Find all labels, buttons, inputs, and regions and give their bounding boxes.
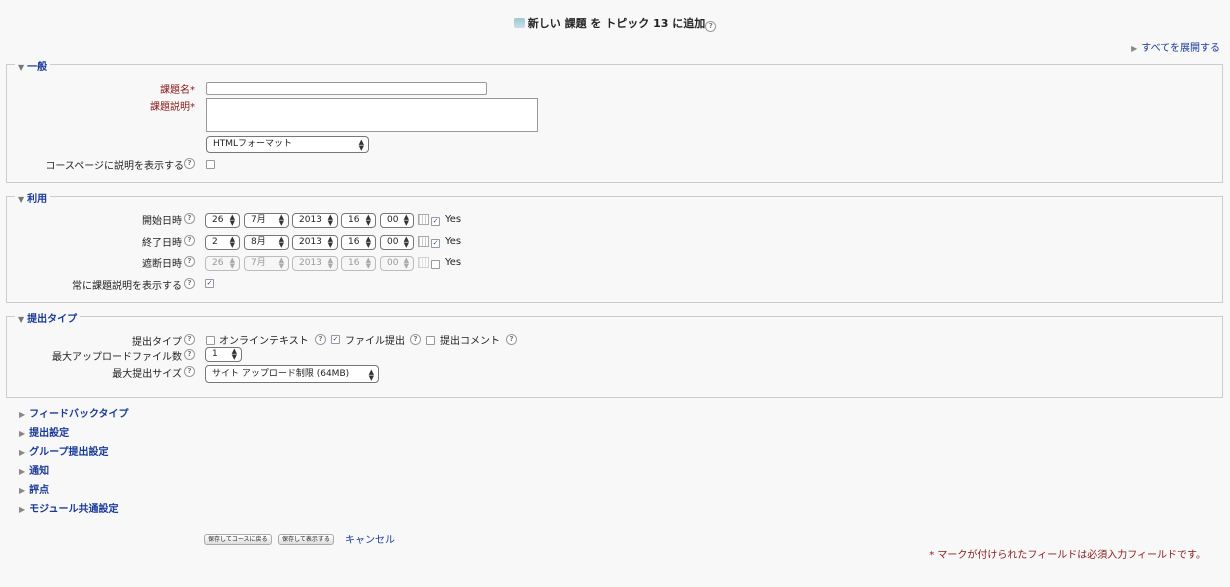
day-select: 26 ▲ ▼ xyxy=(205,256,240,271)
triangle-right-icon: ▶ xyxy=(1131,44,1138,53)
always-show-description-label: 常に課題説明を表示する xyxy=(72,281,182,292)
minute-select: 00 ▲ ▼ xyxy=(380,256,414,271)
assignment-icon xyxy=(513,18,525,28)
triangle-down-icon: ▼ xyxy=(18,315,25,324)
enable-checkbox[interactable]: ✓ xyxy=(431,239,440,248)
date-row-label: 遮断日時 xyxy=(142,259,182,270)
triangle-down-icon: ▼ xyxy=(18,195,25,204)
month-select[interactable]: 8月 ▲ ▼ xyxy=(244,235,289,250)
day-select[interactable]: 2 ▲ ▼ xyxy=(205,235,240,250)
minute-select[interactable]: 00 ▲ ▼ xyxy=(380,235,414,250)
enable-label: Yes xyxy=(445,214,462,225)
enable-checkbox[interactable] xyxy=(431,260,440,269)
file-submission-checkbox[interactable]: ✓ xyxy=(331,335,340,344)
always-show-description-checkbox[interactable]: ✓ xyxy=(205,279,214,288)
show-description-label: コースページに説明を表示する xyxy=(45,161,184,172)
help-icon[interactable]: ? xyxy=(410,334,421,345)
collapsed-section-header[interactable]: ▶ 評点 xyxy=(19,481,49,496)
page-title: 新しい 課題 を トピック 13 に追加? xyxy=(0,15,1230,32)
submission-types-legend[interactable]: ▼ 提出タイプ xyxy=(15,310,81,325)
show-description-checkbox[interactable] xyxy=(206,160,215,169)
help-icon[interactable]: ? xyxy=(184,278,195,289)
collapsed-section-header[interactable]: ▶ 通知 xyxy=(19,462,49,477)
help-icon[interactable]: ? xyxy=(184,349,195,360)
availability-legend[interactable]: ▼ 利用 xyxy=(15,190,51,205)
help-icon[interactable]: ? xyxy=(184,235,195,246)
hour-select[interactable]: 16 ▲ ▼ xyxy=(341,235,376,250)
month-select[interactable]: 7月 ▲ ▼ xyxy=(244,213,289,228)
save-and-display-button[interactable]: 保存して表示する xyxy=(278,534,334,545)
expand-all-link[interactable]: ▶ すべてを展開する xyxy=(1131,39,1220,54)
required-fields-note: * マークが付けられたフィールドは必須入力フィールドです。 xyxy=(929,550,1206,561)
online-text-label: オンラインテキスト xyxy=(219,336,309,347)
date-row-label: 終了日時 xyxy=(142,238,182,249)
calendar-icon[interactable] xyxy=(418,236,429,247)
triangle-right-icon: ▶ xyxy=(19,410,26,419)
help-icon[interactable]: ? xyxy=(184,366,195,377)
online-text-checkbox[interactable] xyxy=(206,336,215,345)
help-icon[interactable]: ? xyxy=(184,256,195,267)
max-size-select[interactable]: サイト アップロード制限 (64MB) ▲ ▼ xyxy=(205,365,379,383)
help-icon[interactable]: ? xyxy=(315,334,326,345)
triangle-right-icon: ▶ xyxy=(19,486,26,495)
assignment-description-label: 課題説明* xyxy=(150,102,195,113)
save-and-return-button[interactable]: 保存してコースに戻る xyxy=(204,534,272,545)
help-icon[interactable]: ? xyxy=(705,21,717,32)
file-submission-label: ファイル提出 xyxy=(345,336,405,347)
collapsed-section-header[interactable]: ▶ 提出設定 xyxy=(19,424,69,439)
day-select[interactable]: 26 ▲ ▼ xyxy=(205,213,240,228)
year-select[interactable]: 2013 ▲ ▼ xyxy=(292,213,338,228)
triangle-right-icon: ▶ xyxy=(19,429,26,438)
month-select: 7月 ▲ ▼ xyxy=(244,256,289,271)
triangle-right-icon: ▶ xyxy=(19,467,26,476)
help-icon[interactable]: ? xyxy=(184,158,195,169)
help-icon[interactable]: ? xyxy=(184,213,195,224)
minute-select[interactable]: 00 ▲ ▼ xyxy=(380,213,414,228)
submission-comments-checkbox[interactable] xyxy=(426,336,435,345)
year-select: 2013 ▲ ▼ xyxy=(292,256,338,271)
max-files-select[interactable]: 1 ▲ ▼ xyxy=(205,347,242,362)
triangle-down-icon: ▼ xyxy=(18,63,25,72)
general-legend[interactable]: ▼ 一般 xyxy=(15,58,51,73)
submission-comments-label: 提出コメント xyxy=(440,336,500,347)
max-files-label: 最大アップロードファイル数 xyxy=(52,352,182,363)
year-select[interactable]: 2013 ▲ ▼ xyxy=(292,235,338,250)
date-row-label: 開始日時 xyxy=(142,216,182,227)
cancel-link[interactable]: キャンセル xyxy=(345,531,395,546)
format-select[interactable]: HTMLフォーマット ▲ ▼ xyxy=(206,136,369,153)
collapsed-section-header[interactable]: ▶ グループ提出設定 xyxy=(19,443,109,458)
triangle-right-icon: ▶ xyxy=(19,505,26,514)
help-icon[interactable]: ? xyxy=(506,334,517,345)
enable-label: Yes xyxy=(445,257,462,268)
help-icon[interactable]: ? xyxy=(184,334,195,345)
hour-select[interactable]: 16 ▲ ▼ xyxy=(341,213,376,228)
submission-types-label: 提出タイプ xyxy=(132,337,182,348)
assignment-name-input[interactable] xyxy=(206,82,487,95)
collapsed-section-header[interactable]: ▶ フィードバックタイプ xyxy=(19,405,129,420)
calendar-icon[interactable] xyxy=(418,214,429,225)
assignment-name-label: 課題名* xyxy=(160,85,195,96)
max-size-label: 最大提出サイズ xyxy=(112,369,182,380)
calendar-icon xyxy=(418,257,429,268)
hour-select: 16 ▲ ▼ xyxy=(341,256,376,271)
enable-label: Yes xyxy=(445,236,462,247)
enable-checkbox[interactable]: ✓ xyxy=(431,217,440,226)
triangle-right-icon: ▶ xyxy=(19,448,26,457)
assignment-description-textarea[interactable] xyxy=(206,98,538,132)
collapsed-section-header[interactable]: ▶ モジュール共通設定 xyxy=(19,500,118,515)
